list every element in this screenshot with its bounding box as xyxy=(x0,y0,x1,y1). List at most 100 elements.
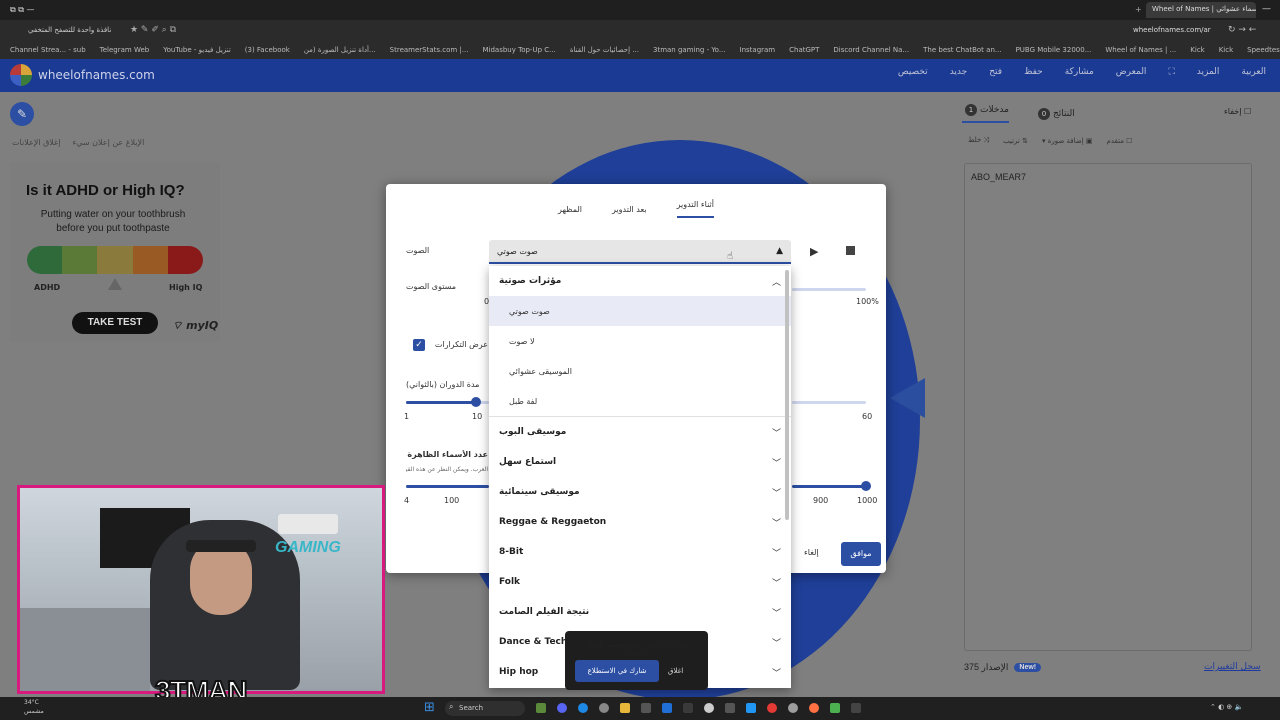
group-item[interactable]: 8-Bit ﹀ xyxy=(489,537,791,567)
show-repeats-label: عرض التكرارات xyxy=(434,340,488,349)
windows-start-icon[interactable]: ⊞ xyxy=(424,700,435,715)
new-tab-icon[interactable]: + xyxy=(1135,5,1142,14)
ok-button[interactable]: موافق xyxy=(841,542,881,566)
language-menu[interactable]: العربية xyxy=(1241,67,1266,77)
save-menu[interactable]: حفظ xyxy=(1024,67,1043,77)
site-logo[interactable]: wheelofnames.com xyxy=(10,64,155,86)
bookmark-item[interactable]: Telegram Web xyxy=(100,46,150,54)
names-slider-end[interactable] xyxy=(792,485,866,488)
dropdown-scrollbar[interactable] xyxy=(785,270,789,520)
bookmark-item[interactable]: Discord Channel Na... xyxy=(833,46,909,54)
tab-wheel-of-names[interactable]: Wheel of Names | عجلة الأسماء - مولد أسم… xyxy=(1146,2,1256,18)
take-test-button[interactable]: TAKE TEST xyxy=(72,312,158,334)
group-item[interactable]: موسيقى البوب ﹀ xyxy=(489,417,791,447)
names-knob[interactable] xyxy=(861,481,871,491)
window-menu-icon[interactable]: ⧉ ⧉ — xyxy=(10,5,35,15)
group-sound-effects[interactable]: مؤثرات صوتية ︿ xyxy=(489,266,791,296)
open-menu[interactable]: فتح xyxy=(989,67,1002,77)
bookmark-item[interactable]: (3) Facebook xyxy=(245,46,290,54)
chrome-icon[interactable] xyxy=(767,703,777,713)
hide-toggle[interactable]: ☐ إخفاء xyxy=(1224,107,1251,116)
bookmark-item[interactable]: Speedtest by Ookla... xyxy=(1247,46,1280,54)
tab-appearance[interactable]: المظهر xyxy=(558,205,582,214)
star-icon[interactable]: ★ ✎ ✐ ⌕ ⧉ xyxy=(130,25,176,35)
bookmark-item[interactable]: أداة تنزيل الصورة (من... xyxy=(304,46,376,54)
firefox-icon[interactable] xyxy=(809,703,819,713)
bookmark-item[interactable]: ChatGPT xyxy=(789,46,819,54)
discord-icon[interactable] xyxy=(557,703,567,713)
group-item[interactable]: Reggae & Reggaeton ﹀ xyxy=(489,507,791,537)
spin-time-knob[interactable] xyxy=(471,397,481,407)
advanced-toggle[interactable]: ☐ متقدم xyxy=(1107,137,1133,145)
sort-button[interactable]: ⇅ ترتيب xyxy=(1003,137,1028,145)
add-image-button[interactable]: ▣ إضافة صورة ▾ xyxy=(1042,137,1093,145)
minimize-icon[interactable]: — xyxy=(1262,4,1271,14)
share-menu[interactable]: مشاركة xyxy=(1065,67,1094,77)
bookmark-item[interactable]: StreamerStats.com |... xyxy=(390,46,469,54)
bookmark-item[interactable]: The best ChatBot an... xyxy=(923,46,1001,54)
bookmark-item[interactable]: Midasbuy Top-Up C... xyxy=(483,46,556,54)
close-ads-link[interactable]: إغلاق الإعلانات xyxy=(12,138,60,147)
sound-select[interactable]: صوت صوتي ▲ xyxy=(489,240,791,264)
group-item[interactable]: Folk ﹀ xyxy=(489,567,791,597)
edit-pencil-icon[interactable]: ✎ xyxy=(10,102,34,126)
option-item[interactable]: لفة طبل xyxy=(489,386,791,416)
app-icon[interactable] xyxy=(830,703,840,713)
app-icon[interactable] xyxy=(725,703,735,713)
nav-buttons-icon[interactable]: ↻ → ← xyxy=(1228,25,1256,35)
app-icon[interactable] xyxy=(704,703,714,713)
bookmark-item[interactable]: PUBG Mobile 32000... xyxy=(1016,46,1092,54)
tab-after-spin[interactable]: بعد التدوير xyxy=(612,205,647,214)
option-item[interactable]: لا صوت xyxy=(489,326,791,356)
search-icon: ⌕ xyxy=(449,702,454,711)
changelog-link[interactable]: سجل التغييرات xyxy=(1204,662,1261,672)
app-icon[interactable] xyxy=(788,703,798,713)
entries-textarea[interactable]: ABO_MEAR7 xyxy=(964,163,1252,651)
option-item[interactable]: صوت صوتي xyxy=(489,296,791,326)
cancel-button[interactable]: إلغاء xyxy=(804,548,819,557)
show-repeats-checkbox[interactable]: ✓ xyxy=(413,339,425,351)
system-tray-icon[interactable]: ⌃ ◐ ⊕ 🔈 xyxy=(1210,703,1243,711)
taskbar-search[interactable]: Search xyxy=(445,701,525,716)
names-slider[interactable] xyxy=(406,485,489,488)
spin-time-slider-end[interactable] xyxy=(792,401,866,404)
bookmark-item[interactable]: Channel Strea... - sub xyxy=(10,46,86,54)
bookmark-item[interactable]: 3tman gaming - Yo... xyxy=(653,46,726,54)
bookmark-item[interactable]: Wheel of Names | ... xyxy=(1105,46,1176,54)
app-icon[interactable] xyxy=(746,703,756,713)
more-menu[interactable]: المزيد xyxy=(1197,67,1220,77)
fullscreen-icon[interactable]: ⛶ xyxy=(1168,67,1174,77)
edge-icon[interactable] xyxy=(578,703,588,713)
survey-button[interactable]: شارك في الاستطلاع xyxy=(575,660,659,682)
tab-results[interactable]: النتائج0 xyxy=(1035,107,1075,120)
bookmark-item[interactable]: Kick xyxy=(1190,46,1204,54)
app-icon[interactable] xyxy=(662,703,672,713)
report-ad-link[interactable]: الإبلاغ عن إعلان سيء xyxy=(72,138,144,147)
gallery-menu[interactable]: المعرض xyxy=(1116,67,1147,77)
tab-entries[interactable]: مدخلات1 xyxy=(962,104,1009,123)
shuffle-button[interactable]: ⤨ خلط xyxy=(968,136,989,145)
obs-icon[interactable] xyxy=(599,703,609,713)
option-item[interactable]: الموسيقى عشوائي xyxy=(489,356,791,386)
bookmark-item[interactable]: Kick xyxy=(1219,46,1233,54)
folder-icon[interactable] xyxy=(620,703,630,713)
bookmark-item[interactable]: YouTube - تنزيل فيديو xyxy=(163,46,231,54)
group-item[interactable]: استماع سهل ﹀ xyxy=(489,447,791,477)
app-icon[interactable] xyxy=(683,703,693,713)
app-icon[interactable] xyxy=(536,703,546,713)
customize-menu[interactable]: تخصيص xyxy=(898,67,928,77)
survey-close[interactable]: اغلاق xyxy=(668,667,683,675)
app-icon[interactable] xyxy=(851,703,861,713)
play-icon[interactable]: ▶ xyxy=(810,245,818,258)
tab-during-spin[interactable]: أثناء التدوير xyxy=(676,200,714,218)
group-item[interactable]: موسيقى سينمائية ﹀ xyxy=(489,477,791,507)
bookmark-item[interactable]: إحصائيات حول القناة ... xyxy=(570,46,639,54)
url-field[interactable]: wheelofnames.com/ar xyxy=(1133,26,1211,34)
new-menu[interactable]: جديد xyxy=(950,67,968,77)
group-item[interactable]: نتيجة الفيلم الصامت ﹀ xyxy=(489,597,791,627)
stop-icon[interactable] xyxy=(846,246,855,255)
volume-slider[interactable] xyxy=(792,288,866,291)
names-hint: العرب. ويمكن النظر عن هذه القيمة xyxy=(406,466,488,473)
bookmark-item[interactable]: Instagram xyxy=(740,46,776,54)
app-icon[interactable] xyxy=(641,703,651,713)
